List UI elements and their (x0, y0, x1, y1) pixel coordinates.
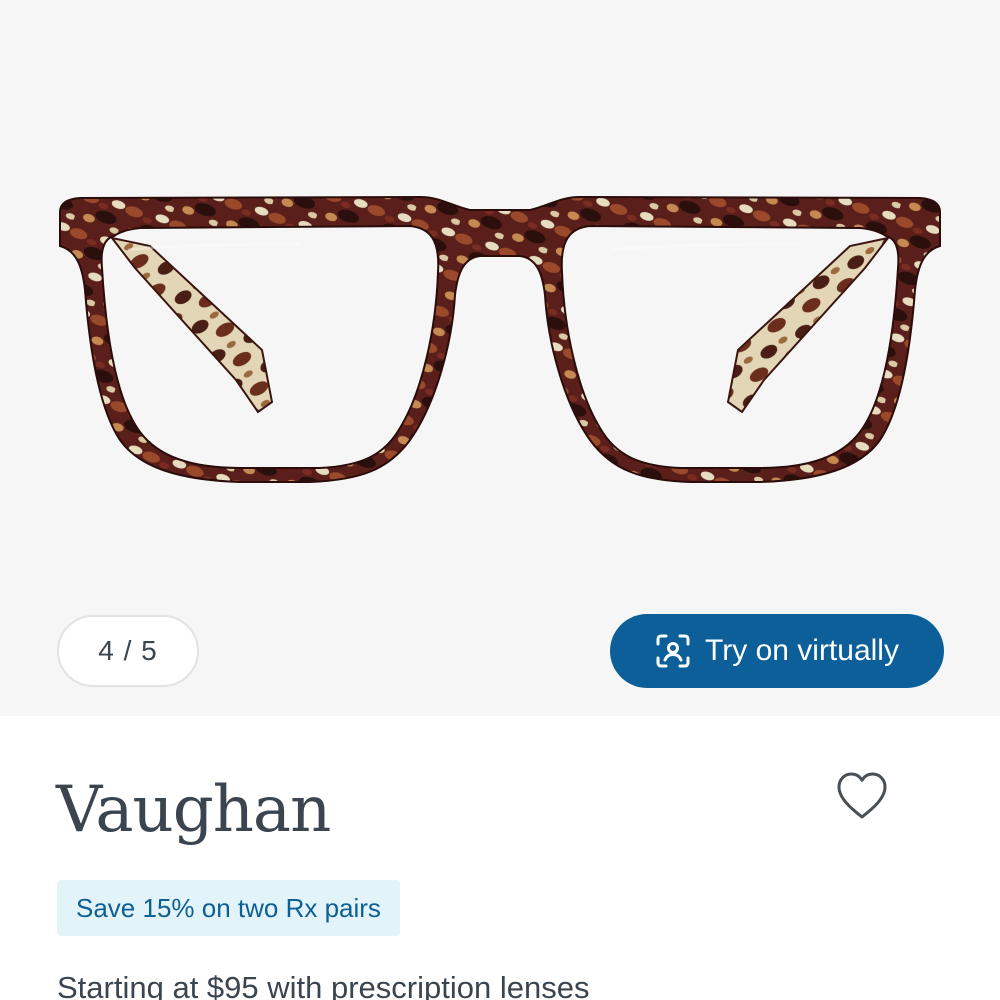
product-name: Vaughan (56, 773, 331, 847)
image-counter: 4 / 5 (57, 615, 199, 687)
product-page: 4 / 5 Try on virtually Vaughan Save 15% … (0, 0, 1000, 1000)
promo-badge: Save 15% on two Rx pairs (57, 880, 400, 936)
promo-text: Save 15% on two Rx pairs (76, 892, 381, 923)
product-details: Vaughan Save 15% on two Rx pairs Startin… (0, 716, 1000, 1000)
starting-price: Starting at $95 with prescription lenses (57, 970, 590, 1000)
face-scan-icon (656, 634, 690, 668)
try-on-label: Try on virtually (705, 634, 899, 667)
product-gallery[interactable]: 4 / 5 Try on virtually (0, 0, 1000, 716)
eyeglasses-image (59, 195, 941, 483)
try-on-virtually-button[interactable]: Try on virtually (610, 614, 944, 688)
heart-outline-icon[interactable] (834, 770, 890, 822)
